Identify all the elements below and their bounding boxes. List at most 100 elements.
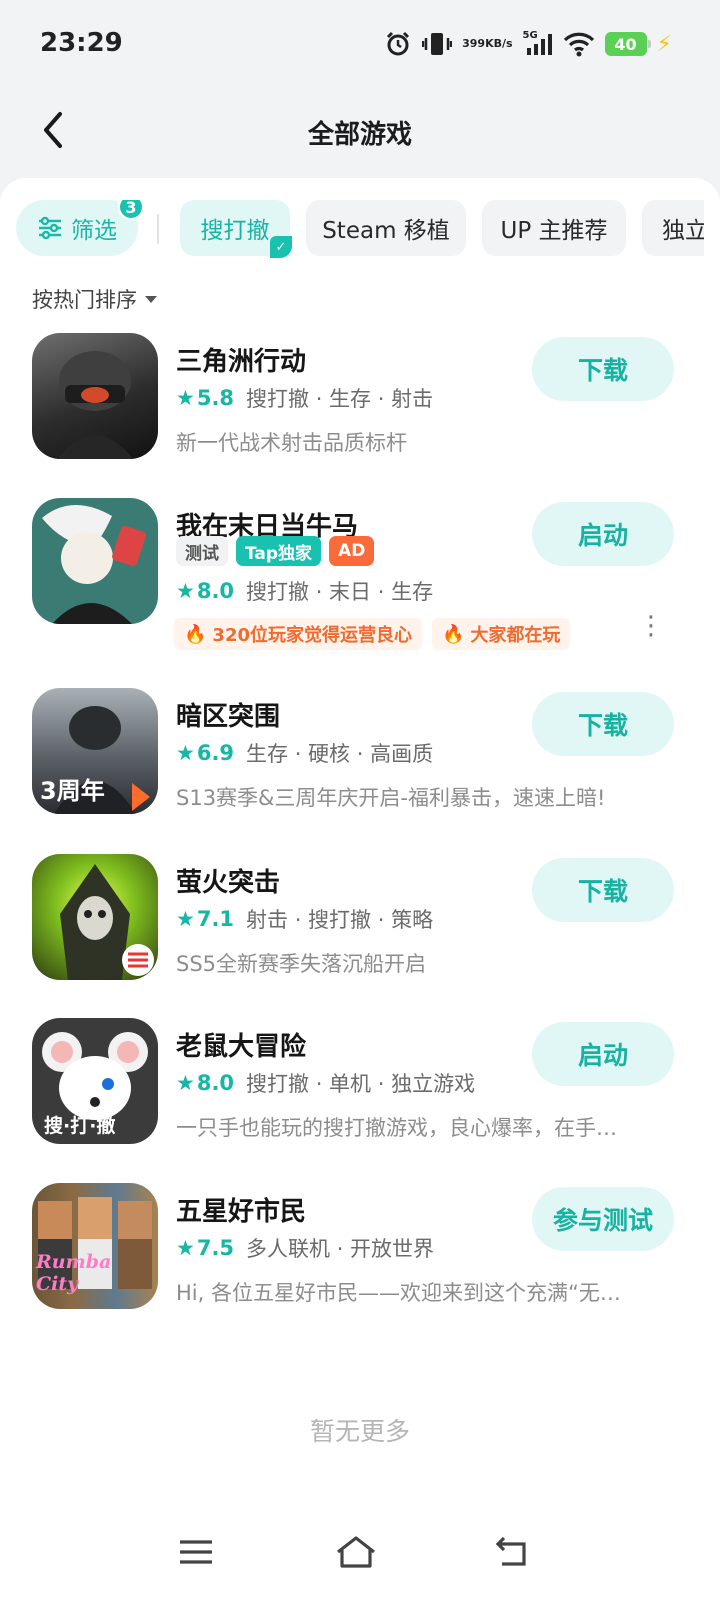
- download-button[interactable]: 下载: [532, 692, 674, 756]
- rating: ★ 7.5: [176, 1236, 234, 1260]
- game-name: 老鼠大冒险: [176, 1032, 307, 1062]
- game-desc: 新一代战术射击品质标杆: [176, 431, 407, 455]
- game-meta: ★ 5.8 搜打撤 · 生存 · 射击: [176, 383, 433, 413]
- star-icon: ★: [176, 1236, 195, 1260]
- chip-indie[interactable]: 独立: [642, 200, 704, 256]
- battery-icon: 40: [604, 32, 651, 56]
- filter-chips: 筛选 3 搜打撤 ✓ Steam 移植 UP 主推荐 独立: [16, 200, 704, 260]
- rating: ★ 6.9: [176, 741, 234, 765]
- game-icon-doomsday[interactable]: [32, 498, 158, 624]
- ad-label: AD: [329, 536, 375, 566]
- fire-icon: 🔥: [184, 623, 207, 645]
- game-row[interactable]: 3周年 暗区突围 ★ 6.9 生存 · 硬核 · 高画质 S13赛季&三周年庆开启…: [0, 688, 720, 818]
- game-name: 暗区突围: [176, 702, 281, 732]
- status-bar: 23:29 399 KB/s 5G 40 ⚡: [0, 0, 720, 90]
- hot-text: 320位玩家觉得运营良心: [212, 625, 412, 646]
- more-options-icon[interactable]: ⋮: [638, 613, 664, 639]
- star-icon: ★: [176, 1071, 195, 1095]
- chip-divider: [157, 214, 159, 244]
- filter-label: 筛选: [71, 218, 117, 244]
- rating-value: 5.8: [196, 386, 235, 410]
- game-icon-arena-breakout[interactable]: 3周年: [32, 688, 158, 814]
- game-desc: SS5全新赛季失落沉船开启: [176, 952, 427, 976]
- game-row[interactable]: 三角洲行动 ★ 5.8 搜打撤 · 生存 · 射击 新一代战术射击品质标杆 下载: [0, 333, 720, 463]
- back-icon[interactable]: [492, 1532, 542, 1576]
- game-name: 五星好市民: [176, 1197, 307, 1227]
- game-row[interactable]: Rumba City 五星好市民 ★ 7.5 多人联机 · 开放世界 Hi, 各位…: [0, 1183, 720, 1313]
- hot-badge: 🔥 大家都在玩: [432, 618, 571, 650]
- game-row[interactable]: 萤火突击 ★ 7.1 射击 · 搜打撤 · 策略 SS5全新赛季失落沉船开启 下载: [0, 854, 720, 984]
- rating-value: 8.0: [196, 579, 235, 603]
- game-meta: ★ 7.5 多人联机 · 开放世界: [176, 1233, 434, 1263]
- game-tags: 搜打撤 · 末日 · 生存: [246, 580, 434, 604]
- launch-button[interactable]: 启动: [532, 502, 674, 566]
- check-icon: ✓: [270, 236, 292, 258]
- game-tags: 搜打撤 · 生存 · 射击: [246, 387, 434, 411]
- game-meta: ★ 6.9 生存 · 硬核 · 高画质: [176, 738, 433, 768]
- vibrate-icon: [422, 30, 453, 58]
- join-test-button[interactable]: 参与测试: [532, 1187, 674, 1251]
- sort-dropdown[interactable]: 按热门排序: [32, 284, 157, 314]
- rating-value: 8.0: [196, 1071, 235, 1095]
- nav-header: 全部游戏: [0, 90, 720, 176]
- page-title: 全部游戏: [307, 120, 412, 150]
- game-row[interactable]: 搜·打·撤 老鼠大冒险 ★ 8.0 搜打撤 · 单机 · 独立游戏 一只手也能玩的…: [0, 1018, 720, 1148]
- hot-text: 大家都在玩: [470, 625, 561, 646]
- star-icon: ★: [176, 579, 195, 603]
- tap-exclusive-label: Tap独家: [236, 536, 322, 566]
- chip-steam[interactable]: Steam 移植: [306, 200, 466, 256]
- download-button[interactable]: 下载: [532, 337, 674, 401]
- game-tags: 搜打撤 · 单机 · 独立游戏: [246, 1072, 476, 1096]
- filter-button[interactable]: 筛选 3: [16, 200, 144, 256]
- status-icons: 399 KB/s 5G 40 ⚡: [384, 30, 672, 58]
- game-desc: 一只手也能玩的搜打撤游戏，良心爆率，在手…: [176, 1116, 617, 1140]
- filter-count-badge: 3: [118, 200, 144, 220]
- download-button[interactable]: 下载: [532, 858, 674, 922]
- home-icon[interactable]: [334, 1532, 384, 1576]
- game-list-sheet: 筛选 3 搜打撤 ✓ Steam 移植 UP 主推荐 独立 按热门排序 三角洲行…: [0, 178, 720, 1600]
- rating: ★ 8.0: [176, 1071, 234, 1095]
- rating-value: 7.1: [196, 907, 235, 931]
- test-label: 测试: [176, 536, 228, 566]
- game-icon-rumba-city[interactable]: Rumba City: [32, 1183, 158, 1309]
- signal-icon: 5G: [523, 30, 553, 58]
- net-speed-value: 399: [462, 37, 486, 50]
- network-speed: 399 KB/s: [462, 38, 512, 50]
- chip-label: 独立: [662, 218, 704, 244]
- game-name: 三角洲行动: [176, 347, 307, 377]
- game-row[interactable]: 我在末日当牛马 测试 Tap独家 AD ★ 8.0 搜打撤 · 末日 · 生存 🔥…: [0, 498, 720, 658]
- sort-label: 按热门排序: [32, 288, 137, 312]
- game-desc: Hi, 各位五星好市民——欢迎来到这个充满“无…: [176, 1281, 621, 1305]
- game-tags: 多人联机 · 开放世界: [246, 1237, 435, 1261]
- no-more-text: 暂无更多: [309, 1417, 410, 1446]
- game-labels: 测试 Tap独家 AD: [176, 536, 375, 566]
- system-nav-bar: [0, 1512, 720, 1600]
- game-icon-firefly-assault[interactable]: [32, 854, 158, 980]
- charging-icon: ⚡: [656, 31, 672, 57]
- game-icon-delta-force[interactable]: [32, 333, 158, 459]
- chip-label: 搜打撤: [200, 218, 270, 244]
- launch-button[interactable]: 启动: [532, 1022, 674, 1086]
- chip-sou-da-che[interactable]: 搜打撤 ✓: [180, 200, 292, 258]
- star-icon: ★: [176, 386, 195, 410]
- rating-value: 6.9: [196, 741, 235, 765]
- game-meta: ★ 8.0 搜打撤 · 单机 · 独立游戏: [176, 1068, 475, 1098]
- clock: 23:29: [40, 28, 123, 58]
- game-icon-mouse-adventure[interactable]: 搜·打·撤: [32, 1018, 158, 1144]
- star-icon: ★: [176, 741, 195, 765]
- game-meta: ★ 7.1 射击 · 搜打撤 · 策略: [176, 904, 433, 934]
- alarm-icon: [384, 30, 412, 58]
- game-tags: 射击 · 搜打撤 · 策略: [246, 908, 434, 932]
- rating: ★ 5.8: [176, 386, 234, 410]
- game-meta: ★ 8.0 搜打撤 · 末日 · 生存: [176, 576, 433, 606]
- chip-up-recommend[interactable]: UP 主推荐: [482, 200, 626, 256]
- icon-overlay-text: 搜·打·撤: [44, 1115, 116, 1137]
- menu-icon[interactable]: [176, 1532, 226, 1576]
- wifi-icon: [563, 31, 595, 57]
- filter-sliders-icon: [39, 216, 61, 240]
- hot-badges: 🔥 320位玩家觉得运营良心 🔥 大家都在玩: [174, 618, 571, 650]
- net-speed-unit: KB/s: [485, 37, 513, 50]
- game-tags: 生存 · 硬核 · 高画质: [246, 742, 434, 766]
- star-icon: ★: [176, 907, 195, 931]
- icon-overlay-text: Rumba City: [36, 1251, 112, 1295]
